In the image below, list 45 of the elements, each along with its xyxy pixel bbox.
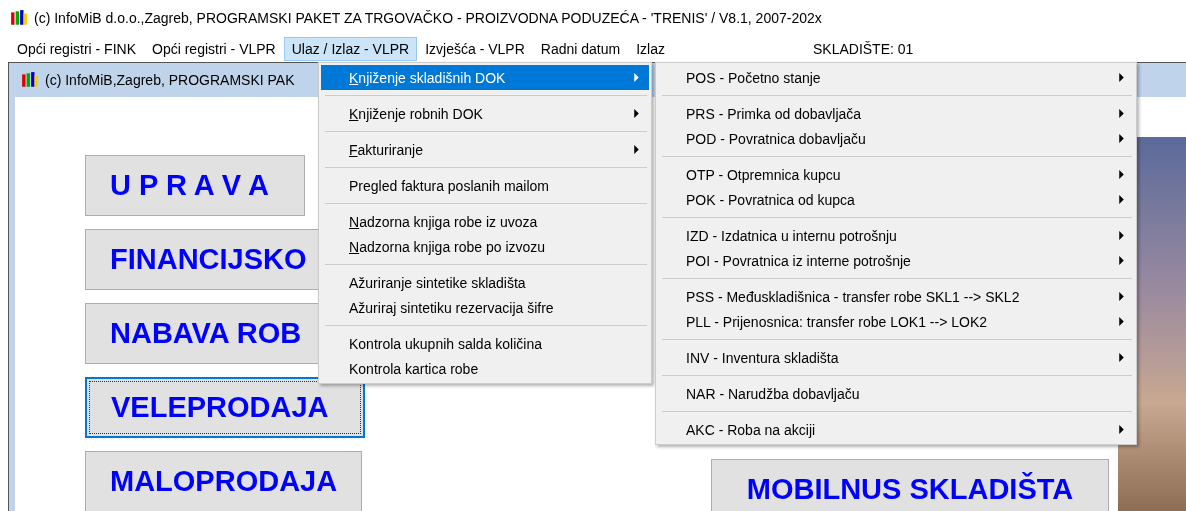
submenu-arrow-icon — [1119, 317, 1124, 326]
submenu-arrow-icon — [1119, 195, 1124, 204]
menu-item[interactable]: INV - Inventura skladišta — [658, 345, 1134, 370]
menu-item[interactable]: IZD - Izdatnica u internu potrošnju — [658, 223, 1134, 248]
menu-item[interactable]: Opći registri - VLPR — [144, 37, 284, 61]
submenu-arrow-icon — [1119, 256, 1124, 265]
submenu-arrow-icon — [1119, 292, 1124, 301]
menu-item[interactable]: POD - Povratnica dobavljaču — [658, 126, 1134, 151]
submenu-arrow-icon — [634, 145, 639, 154]
menu-item[interactable]: Radni datum — [532, 37, 629, 61]
menu-item[interactable]: PLL - Prijenosnica: transfer robe LOK1 --> LOK2 — [658, 309, 1134, 334]
submenu-arrow-icon — [1119, 231, 1124, 240]
submenu-arrow-icon — [1119, 109, 1124, 118]
submenu-arrow-icon — [1119, 134, 1124, 143]
menu-item[interactable]: Fakturiranje — [321, 137, 649, 162]
menu-item[interactable]: Izlaz — [628, 37, 673, 61]
menu-item[interactable]: Ulaz / Izlaz - VLPR — [283, 37, 418, 61]
child-window-title: (c) InfoMiB,Zagreb, PROGRAMSKI PAK — [45, 72, 295, 88]
menu-item[interactable]: AKC - Roba na akciji — [658, 417, 1134, 442]
menu-item[interactable]: Opći registri - FINK — [9, 37, 144, 61]
menu-item[interactable]: POK - Povratnica od kupca — [658, 187, 1134, 212]
submenu-arrow-icon — [634, 109, 639, 118]
app-logo-icon — [21, 71, 39, 89]
module-button[interactable]: VELEPRODAJA — [85, 377, 365, 438]
warehouse-label: SKLADIŠTE: 01 — [813, 41, 914, 57]
window-title: (c) InfoMiB d.o.o.,Zagreb, PROGRAMSKI PAKET ZA TRGOVAČKO - PROIZVODNA PODUZEĆA - 'TRENIS' / V8.1, 2007-202x — [34, 10, 822, 26]
module-button[interactable]: MOBILNUS SKLADIŠTA — [711, 459, 1109, 511]
menu-item[interactable]: NAR - Narudžba dobavljaču — [658, 381, 1134, 406]
menu-item[interactable]: PRS - Primka od dobavljača — [658, 101, 1134, 126]
menu-item[interactable]: Knjiženje robnih DOK — [321, 101, 649, 126]
module-button[interactable]: U P R A V A — [85, 155, 305, 216]
menu-item[interactable]: OTP - Otpremnica kupcu — [658, 162, 1134, 187]
menu-item[interactable]: PSS - Međuskladišnica - transfer robe SKL1 --> SKL2 — [658, 284, 1134, 309]
submenu-arrow-icon — [1119, 425, 1124, 434]
submenu-arrow-icon — [1119, 170, 1124, 179]
menu-item[interactable]: POS - Početno stanje — [658, 65, 1134, 90]
submenu-arrow-icon — [1119, 353, 1124, 362]
menu-item[interactable]: Pregled faktura poslanih mailom — [321, 173, 649, 198]
submenu-arrow-icon — [1119, 73, 1124, 82]
module-button[interactable]: MALOPRODAJA — [85, 451, 363, 511]
submenu-arrow-icon — [634, 73, 639, 82]
app-logo-icon — [10, 9, 28, 27]
menu-item[interactable]: POI - Povratnica iz interne potrošnje — [658, 248, 1134, 273]
menu-item[interactable]: Izvješća - VLPR — [417, 37, 533, 61]
menu-item[interactable]: Knjiženje skladišnih DOK — [321, 65, 649, 90]
